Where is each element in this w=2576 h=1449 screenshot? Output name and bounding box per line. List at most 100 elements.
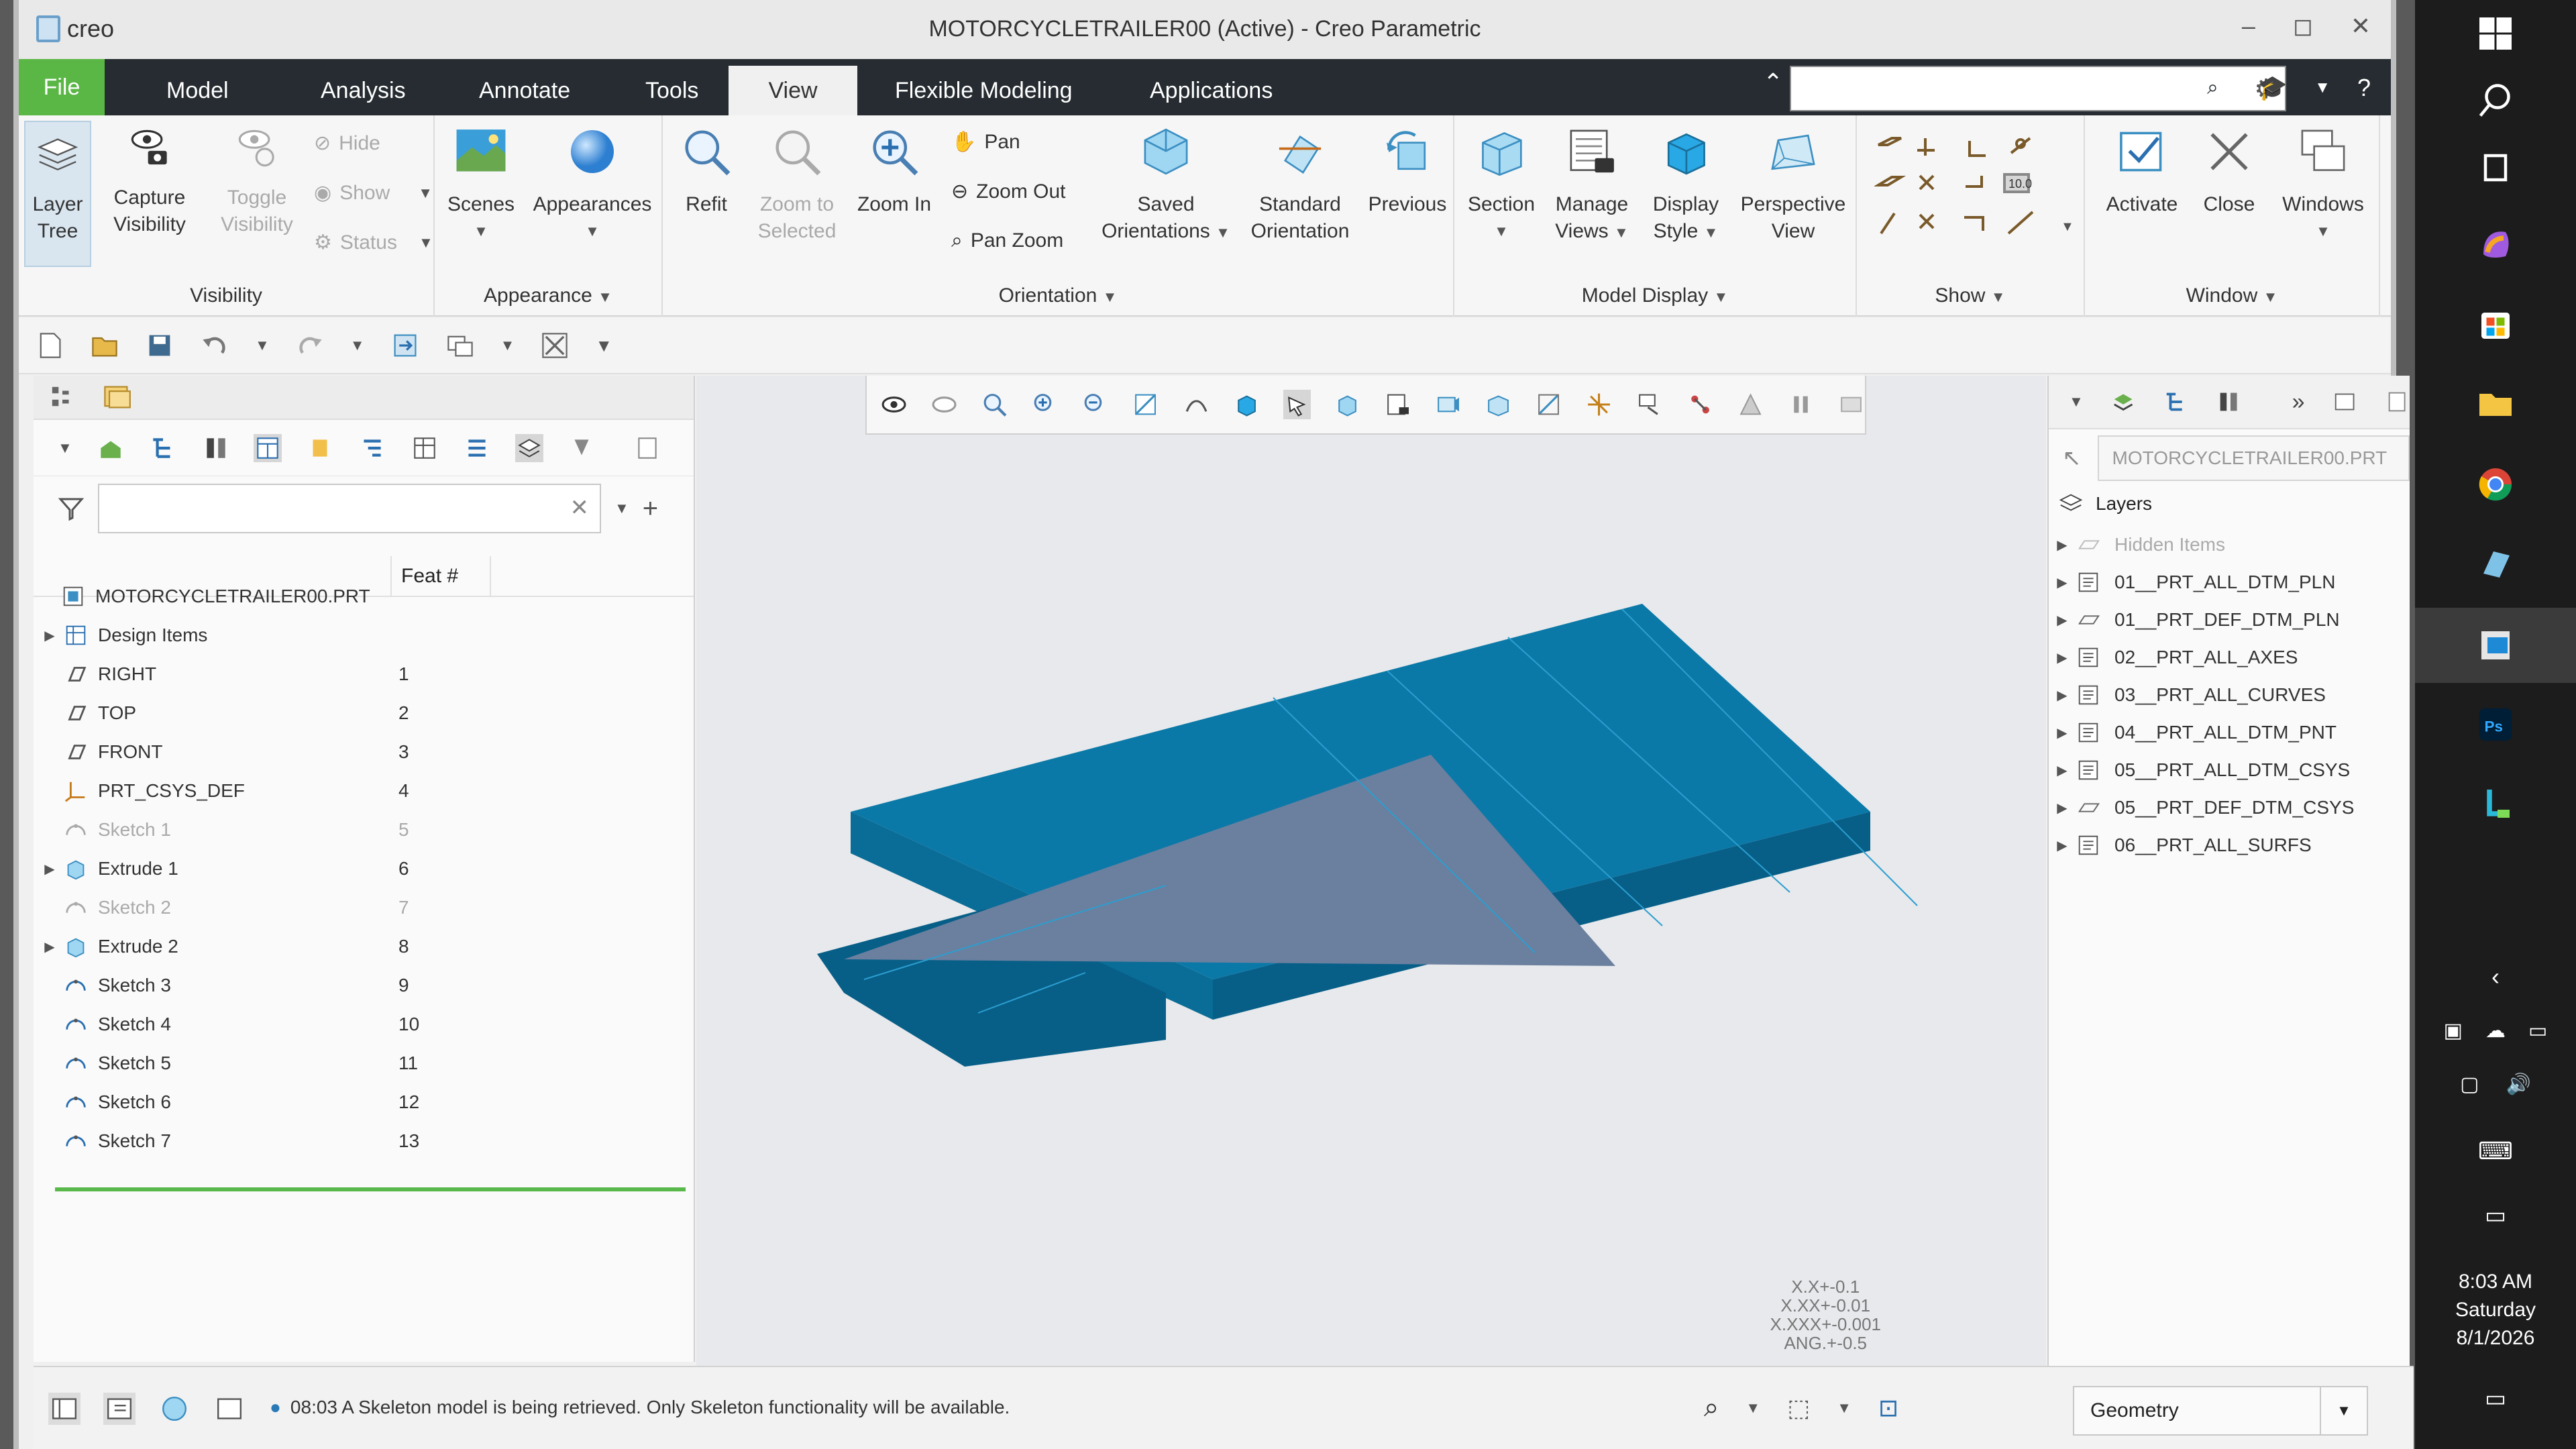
list-icon[interactable] (463, 434, 491, 462)
collapse-ribbon-icon[interactable]: ⌃ (1763, 68, 1783, 97)
expand-arrow-icon[interactable]: ▶ (2049, 649, 2076, 666)
appearances-button[interactable]: Appearances ▼ (529, 125, 656, 245)
datum-display-icons[interactable]: 10.0 ▼ (1874, 133, 2076, 267)
system-clock[interactable]: 8:03 AM Saturday 8/1/2026 (2415, 1268, 2576, 1352)
group-label-show[interactable]: Show ▼ (1857, 284, 2084, 307)
tree-root[interactable]: MOTORCYCLETRAILER00.PRT (34, 577, 695, 616)
layer-row[interactable]: ▶ 04__PRT_ALL_DTM_PNT (2049, 714, 2411, 751)
perspective-view-button[interactable]: Perspective View (1736, 125, 1850, 245)
copilot-icon[interactable] (2415, 211, 2576, 278)
graphics-area[interactable]: X.X+-0.1 X.XX+-0.01 X.XXX+-0.001 ANG.+-0… (696, 376, 2046, 1366)
pan-zoom-button[interactable]: ⌕ Pan Zoom (951, 229, 1063, 252)
photoshop-icon[interactable]: Ps (2415, 691, 2576, 758)
zoom-out-button[interactable]: ⊖ Zoom Out (951, 180, 1066, 203)
tree-columns-icon[interactable] (2215, 388, 2241, 416)
chevron-down-icon[interactable]: ▼ (2320, 1387, 2367, 1434)
maximize-button[interactable]: ◻ (2293, 12, 2313, 40)
tree-row[interactable]: TOP 2 (34, 694, 695, 733)
manage-views-button[interactable]: Manage Views ▼ (1548, 125, 1635, 246)
find-icon[interactable]: ⌕ (1704, 1393, 1719, 1423)
layer-row[interactable]: ▶ 03__PRT_ALL_CURVES (2049, 676, 2411, 714)
notifications-icon[interactable]: ▭ (2415, 1368, 2576, 1429)
close-window-icon[interactable] (540, 331, 570, 360)
table-icon[interactable] (411, 434, 439, 462)
chevron-down-icon[interactable]: ▼ (2314, 78, 2330, 97)
full-screen-icon[interactable] (213, 1393, 246, 1425)
pan-button[interactable]: ✋ Pan (951, 130, 1020, 154)
capture-visibility-button[interactable]: Capture Visibility (106, 125, 193, 238)
tree-row[interactable]: Sketch 6 12 (34, 1083, 695, 1122)
navigator-toggle-icon[interactable] (48, 1393, 80, 1425)
zoom-in-button[interactable]: Zoom In (851, 125, 938, 218)
windows-switch-icon[interactable] (445, 331, 475, 360)
selection-filter-select[interactable]: Geometry ▼ (2073, 1386, 2368, 1436)
tab-tools[interactable]: Tools (632, 66, 712, 115)
tab-annotate[interactable]: Annotate (466, 66, 584, 115)
store-icon[interactable] (2415, 291, 2576, 358)
expand-arrow-icon[interactable]: ▶ (2049, 612, 2076, 629)
meet-icon[interactable]: ▢ (2460, 1073, 2479, 1096)
layer-row[interactable]: ▶ 01__PRT_DEF_DTM_PLN (2049, 601, 2411, 639)
previous-button[interactable]: Previous (1367, 125, 1448, 218)
open-folder-icon[interactable] (90, 331, 119, 360)
folder-browser-tab-icon[interactable] (102, 382, 131, 412)
group-label-window[interactable]: Window ▼ (2085, 284, 2379, 307)
device-icon[interactable]: ▭ (2528, 1019, 2547, 1042)
show-icon[interactable] (97, 434, 125, 462)
pin-icon[interactable] (568, 434, 596, 462)
model-tree-tab-icon[interactable] (50, 384, 75, 410)
layer-properties-icon[interactable] (2332, 388, 2357, 416)
onedrive-icon[interactable]: ☁ (2485, 1019, 2506, 1042)
chevron-left-icon[interactable]: ‹ (2415, 950, 2576, 1004)
model-viewport[interactable] (696, 376, 2046, 1366)
browser-toggle-icon[interactable] (103, 1393, 136, 1425)
layer-row[interactable]: ▶ 05__PRT_ALL_DTM_CSYS (2049, 751, 2411, 789)
close-window-button[interactable]: ✕ (2351, 12, 2371, 40)
active-model-field[interactable]: MOTORCYCLETRAILER00.PRT (2097, 435, 2410, 481)
expand-arrow-icon[interactable]: ▶ (36, 627, 63, 644)
expand-arrow-icon[interactable]: ▶ (2049, 800, 2076, 816)
group-label-appearance[interactable]: Appearance ▼ (435, 284, 661, 307)
customize-toolbar-icon[interactable]: ▼ (595, 335, 612, 356)
refit-button[interactable]: Refit (669, 125, 743, 218)
expand-arrow-icon[interactable]: ▶ (2049, 687, 2076, 704)
chrome-icon[interactable] (2415, 451, 2576, 518)
expand-arrow-icon[interactable]: ▶ (2049, 724, 2076, 741)
expand-arrow-icon[interactable]: ▶ (36, 938, 63, 955)
layers-tree-icon[interactable] (515, 433, 543, 462)
creo-app-icon[interactable] (2415, 530, 2576, 597)
tab-model[interactable]: Model (153, 66, 242, 115)
scenes-button[interactable]: Scenes ▼ (444, 125, 518, 245)
smart-select-icon[interactable]: ⊡ (1878, 1394, 1898, 1422)
tree-row[interactable]: ▶ Extrude 2 8 (34, 927, 695, 966)
expand-arrow-icon[interactable]: ▶ (36, 861, 63, 877)
layers-icon[interactable] (2110, 388, 2136, 416)
task-view-icon[interactable] (2415, 134, 2576, 201)
clear-search-icon[interactable]: ✕ (570, 494, 590, 521)
layer-row[interactable]: ▶ 02__PRT_ALL_AXES (2049, 639, 2411, 676)
trailer-model[interactable] (817, 604, 1918, 1067)
expand-arrow-icon[interactable]: ▶ (2049, 762, 2076, 779)
insert-indicator[interactable] (55, 1187, 686, 1191)
hide-button[interactable]: ⊘ Hide (314, 131, 380, 155)
zoom-to-selected-button[interactable]: Zoom to Selected (750, 125, 844, 245)
section-button[interactable]: Section ▼ (1461, 125, 1542, 245)
tree-row[interactable]: RIGHT 1 (34, 655, 695, 694)
group-label-model-display[interactable]: Model Display ▼ (1454, 284, 1856, 307)
tool-app-icon[interactable] (2415, 770, 2576, 837)
tab-view[interactable]: View (729, 66, 857, 115)
learning-icon[interactable]: 🎓 (2257, 74, 2288, 102)
creo-parametric-active-icon[interactable] (2415, 608, 2576, 683)
network-share-icon[interactable]: ▣ (2444, 1019, 2463, 1042)
close-button[interactable]: Close (2192, 125, 2266, 218)
tree-row[interactable]: Sketch 7 13 (34, 1122, 695, 1161)
layer-row[interactable]: ▶ 01__PRT_ALL_DTM_PLN (2049, 564, 2411, 601)
show-button[interactable]: ◉ Show ▼ (314, 181, 433, 205)
new-file-icon[interactable] (35, 331, 64, 360)
filter-icon[interactable] (58, 495, 85, 522)
tab-analysis[interactable]: Analysis (307, 66, 419, 115)
notes-icon[interactable] (633, 434, 661, 462)
tree-settings-icon[interactable] (2163, 388, 2188, 416)
file-explorer-icon[interactable] (2415, 370, 2576, 437)
activate-button[interactable]: Activate (2098, 125, 2186, 218)
